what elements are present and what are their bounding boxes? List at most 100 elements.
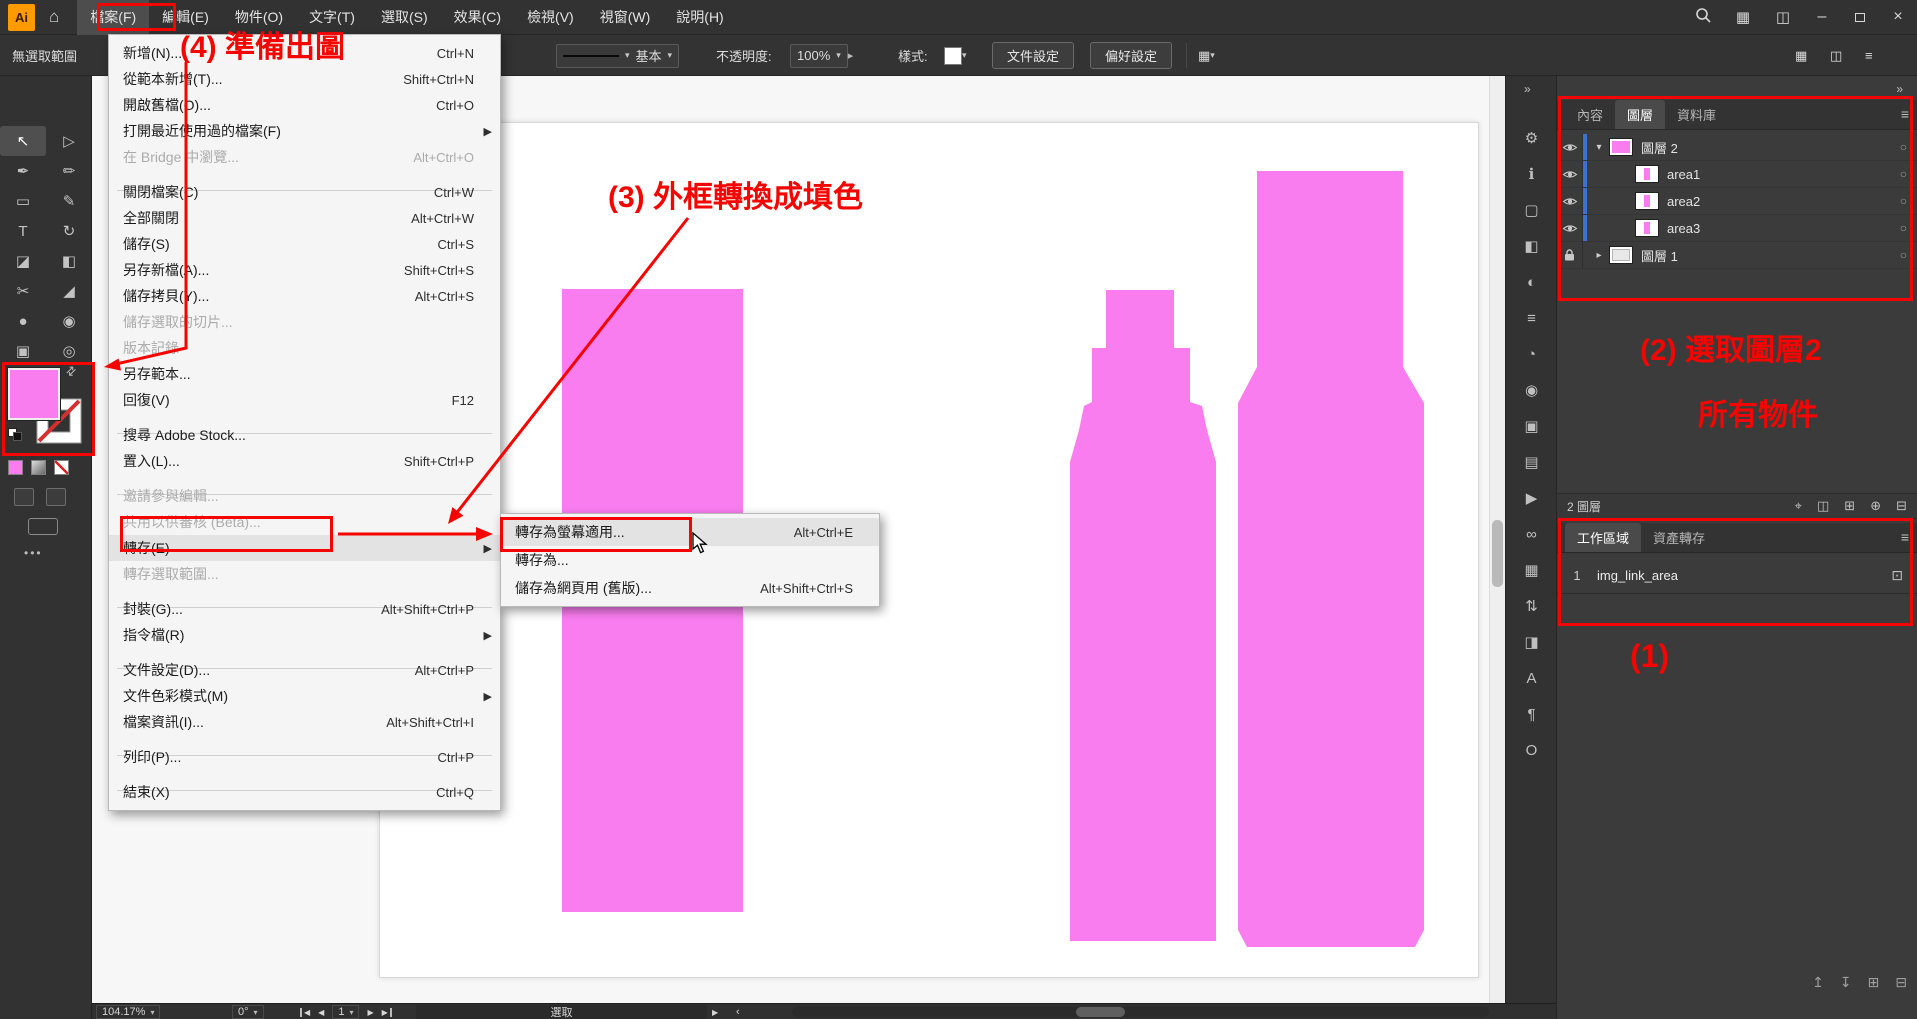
menu-button[interactable]: 檢視(V) [514,0,587,35]
expand-panels-icon[interactable]: » [1524,82,1531,96]
artboard-list-row[interactable]: 1 img_link_area ⊡ [1557,558,1917,594]
submenu-item[interactable]: 轉存為... ▶ [501,546,879,574]
grid-view-icon[interactable]: ▦ [1795,35,1807,76]
artboard-number-dropdown[interactable]: 1▾ [332,1005,359,1019]
status-tool-field[interactable]: 選取 [416,1005,707,1019]
expand-chevron-icon[interactable]: ▾ [1591,142,1607,153]
file-menu-item[interactable]: 關閉檔案(C) Ctrl+W ▶ [109,179,500,205]
fill-color-swatch[interactable] [8,368,60,420]
layer-row[interactable]: ▾ 圖層 2 ○ [1557,134,1917,161]
pencil-tool-icon[interactable]: ✎ [46,186,92,216]
none-fill-button[interactable] [54,460,69,475]
layer-name[interactable]: area2 [1667,194,1700,209]
selection-tool-icon[interactable]: ↖ [0,126,46,156]
visibility-toggle[interactable] [1557,134,1583,161]
file-menu-item[interactable]: ▶ [109,770,500,779]
align-dropdown-icon[interactable]: ▦ ▾ [1198,35,1215,76]
draw-behind-button[interactable] [46,488,66,506]
eraser-tool-icon[interactable]: ◪ [0,246,46,276]
locate-object-icon[interactable]: ⌖ [1795,498,1802,514]
opentype-icon[interactable]: O [1506,732,1557,768]
menu-button[interactable]: 效果(C) [441,0,514,35]
collapse-panels-icon[interactable]: » [1896,82,1903,96]
layer-thumbnail[interactable] [1635,165,1659,183]
artboard-name[interactable]: img_link_area [1597,568,1678,583]
move-up-icon[interactable]: ↥ [1812,974,1824,991]
asset-export-icon[interactable]: ⇅ [1506,588,1557,624]
graphic-styles-icon[interactable]: ▣ [1506,408,1557,444]
panel-menu-icon[interactable]: ≡ [1901,106,1909,122]
color-fill-button[interactable] [8,460,23,475]
swatches-icon[interactable]: ▤ [1506,444,1557,480]
layer-name[interactable]: area3 [1667,221,1700,236]
file-menu-item[interactable]: 文件色彩模式(M) ▶ [109,683,500,709]
lower-panel-menu-icon[interactable]: ≡ [1901,529,1909,545]
visibility-toggle[interactable] [1557,215,1583,242]
file-menu-item[interactable]: ▶ [109,735,500,744]
layer-row[interactable]: ▸ 圖層 1 ○ [1557,242,1917,269]
menu-button[interactable]: 選取(S) [368,0,441,35]
links-icon[interactable]: ∞ [1506,516,1557,552]
gear-icon[interactable]: ⚙ [1506,120,1557,156]
layer-thumbnail[interactable] [1635,192,1659,210]
file-menu-item[interactable]: ▶ [109,170,500,179]
artboards-icon[interactable]: ▦ [1506,552,1557,588]
large-bottle-shape[interactable] [1238,171,1424,947]
panel-tab[interactable]: 資料庫 [1665,100,1728,129]
target-circle-icon[interactable]: ○ [1900,167,1907,181]
file-menu-item[interactable]: 檔案資訊(I)... Alt+Shift+Ctrl+I ▶ [109,709,500,735]
first-artboard-button[interactable]: ◀ [300,1008,310,1017]
file-menu-item[interactable]: 列印(P)... Ctrl+P ▶ [109,744,500,770]
paragraph-icon[interactable]: ¶ [1506,696,1557,732]
hand-tool-icon[interactable]: ◉ [46,306,92,336]
type-tool-icon[interactable]: T [0,216,46,246]
file-menu-item[interactable]: 共用以供審核 (Beta)... ▶ [109,509,500,535]
visibility-toggle[interactable] [1557,161,1583,188]
screen-mode-button[interactable] [28,518,58,535]
file-menu-item[interactable]: ▶ [109,587,500,596]
zoom-dropdown[interactable]: 104.17%▾ [96,1004,160,1019]
target-circle-icon[interactable]: ○ [1900,140,1907,154]
delete-artboard-icon[interactable]: ⊟ [1895,974,1907,991]
new-layer-icon[interactable]: ⊕ [1870,498,1881,514]
file-menu-item[interactable]: 版本記錄 ▶ [109,335,500,361]
chevron-right-icon[interactable]: ▸ [848,49,854,62]
rectangle-tool-icon[interactable]: ▭ [0,186,46,216]
stroke-profile-dropdown[interactable]: ▾ 基本▾ [556,35,679,76]
layer-row[interactable]: area3 ○ [1557,215,1917,242]
file-menu-item[interactable]: ▶ [109,648,500,657]
submenu-item[interactable]: 儲存為網頁用 (舊版)... Alt+Shift+Ctrl+S ▶ [501,574,879,602]
menu-button[interactable]: 編輯(E) [149,0,222,35]
rotation-dropdown[interactable]: 0°▾ [232,1004,264,1019]
workspace-switcher-icon[interactable]: ▦ [1723,8,1763,26]
arrange-documents-icon[interactable]: ◫ [1763,8,1803,26]
layer-row[interactable]: area1 ○ [1557,161,1917,188]
visibility-toggle[interactable] [1557,188,1583,215]
vertical-scrollbar[interactable] [1489,76,1505,1003]
file-menu-item[interactable]: 開啟舊檔(O)... Ctrl+O ▶ [109,92,500,118]
gradient-icon[interactable]: ◐ [1506,264,1557,300]
file-menu-item[interactable]: ▶ [109,474,500,483]
app-logo-icon[interactable]: Ai [8,4,35,31]
menu-button[interactable]: 視窗(W) [587,0,664,35]
submenu-item[interactable]: 轉存為螢幕適用... Alt+Ctrl+E ▶ [501,518,879,546]
visibility-toggle[interactable] [1557,242,1583,269]
layer-row[interactable]: area2 ○ [1557,188,1917,215]
draw-normal-button[interactable] [14,488,34,506]
scissors-tool-icon[interactable]: ✂ [0,276,46,306]
default-fill-stroke-icon[interactable] [8,428,24,442]
lower-panel-tab[interactable]: 工作區域 [1565,523,1641,552]
control-menu-icon[interactable]: ≡ [1865,35,1873,76]
file-menu-item[interactable]: 在 Bridge 中瀏覽... Alt+Ctrl+O ▶ [109,144,500,170]
file-menu-item[interactable]: ▶ [109,413,500,422]
close-button[interactable]: × [1879,0,1917,35]
panel-tab[interactable]: 圖層 [1615,100,1665,129]
gradient-tool-icon[interactable]: ◧ [46,246,92,276]
appearance-icon[interactable]: ◉ [1506,372,1557,408]
menu-button[interactable]: 說明(H) [663,0,736,35]
layer-thumbnail[interactable] [1609,246,1633,264]
menu-button[interactable]: 文字(T) [296,0,368,35]
menu-button[interactable]: 物件(O) [222,0,296,35]
edit-toolbar-button[interactable]: ••• [24,546,43,560]
expand-chevron-icon[interactable]: ▸ [1591,250,1607,261]
